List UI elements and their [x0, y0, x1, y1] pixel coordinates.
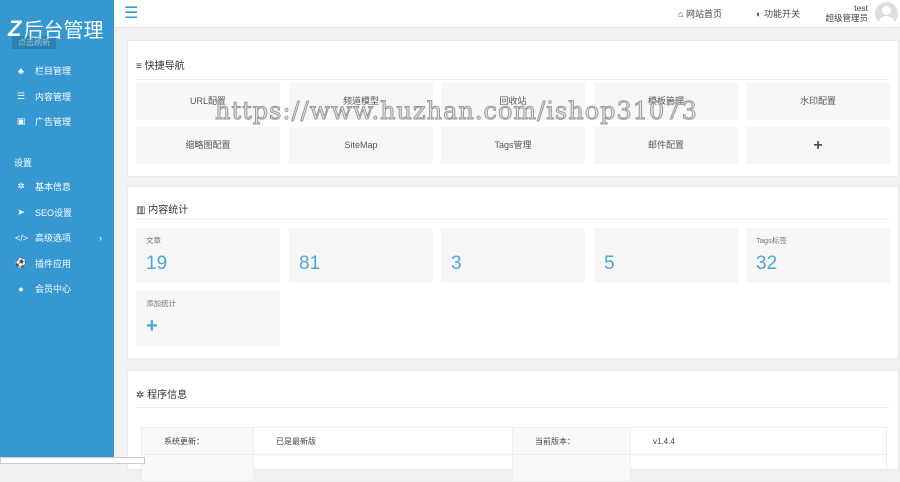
stat-label: 文章	[146, 236, 161, 245]
quick-nav-item[interactable]: 邮件配置	[594, 127, 738, 164]
stat-card[interactable]: Tags标签 32	[746, 228, 890, 283]
user-icon: ●	[18, 283, 24, 294]
sidebar-item-seo[interactable]: ➤ SEO设置	[0, 200, 114, 226]
sitemap-icon: ♣	[18, 65, 24, 76]
add-stat-button[interactable]: 添加统计 +	[136, 291, 280, 346]
stat-value: 81	[299, 253, 321, 274]
stat-value: 5	[604, 253, 615, 274]
panel-title: ▥ 内容统计	[136, 205, 189, 216]
chevron-right-icon: ›	[99, 232, 102, 243]
quick-nav-item[interactable]: +	[746, 127, 890, 164]
home-icon: ⌂	[678, 9, 686, 19]
topbar: ☰ ⌂ 网站首页 ◐ 功能开关 test 超级管理员	[114, 0, 900, 28]
stat-card[interactable]: 5	[594, 228, 738, 283]
stat-card[interactable]: 81	[289, 228, 433, 283]
quick-nav-item[interactable]: URL配置	[136, 83, 280, 120]
code-icon: </>	[15, 232, 29, 243]
quick-nav-item[interactable]: 缩略图配置	[136, 127, 280, 164]
list-icon: ≡	[136, 61, 145, 72]
divider	[136, 219, 890, 220]
quick-nav-item[interactable]: 频道模型	[289, 83, 433, 120]
sidebar-item-columns[interactable]: ♣ 栏目管理	[0, 58, 114, 84]
avatar[interactable]	[875, 2, 898, 25]
sidebar: Z 后台管理 点击刷新 ♣ 栏目管理 ☰ 内容管理 ▣ 广告管理 设置 ✲ 基本信息 ➤ S…	[0, 0, 114, 464]
list-icon: ☰	[16, 90, 26, 101]
sidebar-nav: ♣ 栏目管理 ☰ 内容管理 ▣ 广告管理	[0, 58, 114, 135]
stat-value: 3	[451, 253, 462, 274]
stat-value: 32	[756, 253, 778, 274]
home-link[interactable]: ⌂ 网站首页	[678, 7, 722, 20]
image-icon: ▣	[16, 116, 26, 127]
status-bar	[0, 457, 145, 464]
toggle-icon: ◐	[756, 9, 764, 19]
quick-nav-item[interactable]: 回收站	[441, 83, 585, 120]
info-table: 系统更新： 已是最新版 当前版本： v1.4.4	[141, 427, 887, 482]
stat-value: 19	[146, 253, 168, 274]
quick-nav-item[interactable]: 模板管理	[594, 83, 738, 120]
divider	[136, 79, 890, 80]
table-row: 系统更新： 已是最新版 当前版本： v1.4.4	[141, 427, 887, 455]
table-row	[141, 454, 887, 482]
stat-card[interactable]: 3	[441, 228, 585, 283]
quick-nav-item[interactable]: SiteMap	[289, 127, 433, 164]
feature-toggle-link[interactable]: ◐ 功能开关	[756, 7, 800, 20]
user-info[interactable]: test 超级管理员	[825, 3, 868, 23]
divider	[136, 407, 890, 408]
sidebar-item-plugins[interactable]: ⚽ 插件应用	[0, 251, 114, 277]
paper-plane-icon: ➤	[17, 206, 25, 217]
gear-icon: ✲	[136, 390, 148, 401]
sidebar-settings: 设置 ✲ 基本信息 ➤ SEO设置 </> 高级选项 › ⚽ 插件应用 ● 会员中心	[0, 152, 114, 302]
stat-card[interactable]: 文章 19	[136, 228, 280, 283]
gear-icon: ✲	[17, 181, 25, 192]
sidebar-item-advanced[interactable]: </> 高级选项 ›	[0, 225, 114, 251]
sidebar-item-members[interactable]: ● 会员中心	[0, 276, 114, 302]
plus-icon: +	[146, 315, 158, 337]
sidebar-item-basic[interactable]: ✲ 基本信息	[0, 174, 114, 200]
quick-nav-item[interactable]: 水印配置	[746, 83, 890, 120]
quick-nav-item[interactable]: Tags管理	[441, 127, 585, 164]
panel-title: ✲ 程序信息	[136, 390, 188, 401]
content-stats-panel: ▥ 内容统计 文章 19 81 3 5 Tags标签 32 添加统计 +	[127, 186, 899, 359]
sidebar-item-ads[interactable]: ▣ 广告管理	[0, 109, 114, 135]
quick-nav-panel: ≡ 快捷导航 URL配置 频道模型 回收站 模板管理 水印配置缩略图配置 SiteMap T…	[127, 40, 899, 177]
bar-chart-icon: ▥	[136, 205, 149, 216]
program-info-panel: ✲ 程序信息 系统更新： 已是最新版 当前版本： v1.4.4	[127, 370, 899, 482]
sidebar-group-label: 设置	[14, 158, 33, 168]
menu-toggle-icon[interactable]: ☰	[124, 3, 138, 23]
sidebar-item-content[interactable]: ☰ 内容管理	[0, 84, 114, 110]
panel-title: ≡ 快捷导航	[136, 61, 185, 72]
soccer-icon: ⚽	[15, 257, 27, 268]
stat-label: Tags标签	[756, 236, 787, 245]
refresh-button[interactable]: 点击刷新	[12, 36, 56, 49]
